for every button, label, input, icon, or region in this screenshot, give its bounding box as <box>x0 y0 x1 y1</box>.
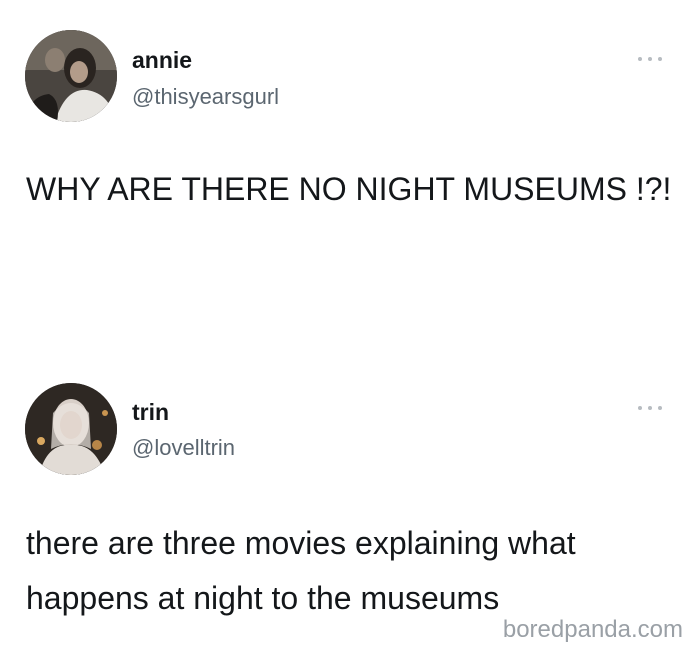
dot <box>658 57 662 61</box>
dot <box>638 406 642 410</box>
tweet-trin[interactable]: trin @lovelltrin there are three movies … <box>0 355 700 652</box>
dot <box>658 406 662 410</box>
tweet-text: WHY ARE THERE NO NIGHT MUSEUMS !?! <box>26 171 672 207</box>
user-handle[interactable]: @thisyearsgurl <box>132 84 279 110</box>
tweet-annie[interactable]: annie @thisyearsgurl WHY ARE THERE NO NI… <box>0 0 700 330</box>
dot <box>648 406 652 410</box>
display-name[interactable]: trin <box>132 399 169 426</box>
more-options-icon[interactable] <box>638 404 662 412</box>
dot <box>648 57 652 61</box>
tweet-text: there are three movies explaining what h… <box>26 525 576 616</box>
profile-photo-icon <box>25 30 117 122</box>
watermark: boredpanda.com <box>502 616 683 643</box>
user-handle[interactable]: @lovelltrin <box>132 435 235 461</box>
profile-photo-icon <box>25 383 117 475</box>
avatar[interactable] <box>25 383 117 475</box>
display-name[interactable]: annie <box>132 47 192 74</box>
more-options-icon[interactable] <box>638 55 662 63</box>
avatar[interactable] <box>25 30 117 122</box>
dot <box>638 57 642 61</box>
